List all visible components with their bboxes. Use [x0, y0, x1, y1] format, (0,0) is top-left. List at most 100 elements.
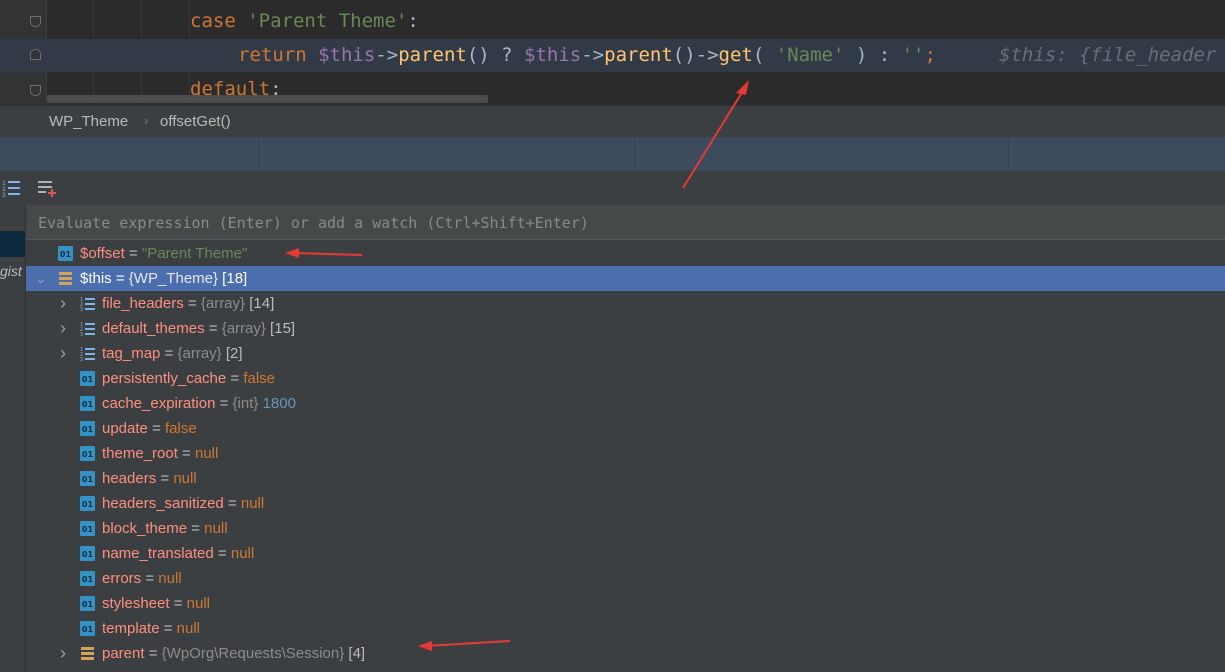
child-count: [15]: [265, 320, 296, 337]
primitive-value-icon: 01: [80, 496, 95, 511]
variable-row-theme-root[interactable]: 01 theme_root = null: [26, 441, 1225, 466]
object-icon: [59, 272, 72, 285]
breadcrumb-method[interactable]: offsetGet(): [160, 113, 231, 130]
primitive-value-icon: 01: [80, 571, 95, 586]
variable-value: null: [195, 445, 219, 462]
variable-row-block-theme[interactable]: 01 block_theme = null: [26, 516, 1225, 541]
variable-row-parent[interactable]: › parent = {WpOrg\Requests\Session} [4]: [26, 641, 1225, 666]
variable-value: null: [204, 520, 228, 537]
var-this: $this: [524, 44, 582, 66]
variable-name: name_translated: [102, 545, 214, 562]
variable-row-offset[interactable]: 01 $offset = "Parent Theme": [26, 241, 1225, 266]
variable-name: persistently_cache: [102, 370, 227, 387]
variable-name: tag_map: [102, 345, 161, 362]
evaluate-expression-input[interactable]: [36, 211, 1220, 235]
chevron-right-icon[interactable]: ›: [56, 341, 70, 366]
variable-row-cache-expiration[interactable]: 01 cache_expiration = {int} 1800: [26, 391, 1225, 416]
variable-name: headers_sanitized: [102, 495, 224, 512]
svg-text:01: 01: [82, 525, 94, 534]
variable-row-persistently-cache[interactable]: 01 persistently_cache = false: [26, 366, 1225, 391]
frames-clipped-text: gist: [0, 263, 22, 279]
array-icon: 123: [80, 347, 95, 361]
code-editor[interactable]: case 'Parent Theme': return $this->paren…: [0, 0, 1225, 105]
fold-marker-icon[interactable]: [30, 16, 41, 27]
variable-value: null: [240, 495, 265, 512]
variable-row-this[interactable]: ⌄ $this = {WP_Theme} [18]: [26, 266, 1225, 291]
variable-value: null: [230, 545, 255, 562]
variable-row-stylesheet[interactable]: 01 stylesheet = null: [26, 591, 1225, 616]
svg-text:01: 01: [82, 375, 94, 384]
variable-name: template: [102, 620, 160, 637]
equals-sign: =: [124, 245, 142, 262]
chevron-right-icon[interactable]: ›: [56, 316, 70, 341]
svg-text:01: 01: [82, 575, 94, 584]
equals-sign: =: [147, 420, 165, 437]
horizontal-scrollbar[interactable]: [47, 95, 488, 103]
arrow-op: ->: [581, 44, 605, 66]
primitive-value-icon: 01: [80, 471, 95, 486]
fold-marker-icon[interactable]: [30, 85, 41, 96]
variable-name: errors: [102, 570, 142, 587]
array-icon: 123: [80, 297, 95, 311]
variable-row-file-headers[interactable]: › 1 2 3 file_headers = {array} [14]: [26, 291, 1225, 316]
svg-text:01: 01: [82, 400, 94, 409]
selected-frame[interactable]: [0, 231, 25, 257]
variable-name: headers: [102, 470, 157, 487]
code-line-case[interactable]: case 'Parent Theme':: [0, 5, 1225, 38]
child-count: [2]: [221, 345, 243, 362]
variable-name: cache_expiration: [102, 395, 216, 412]
chevron-right-icon[interactable]: ›: [56, 291, 70, 316]
primitive-value-icon: 01: [80, 621, 95, 636]
chevron-right-icon[interactable]: ›: [56, 641, 70, 666]
inline-debug-hint: $this: {file_header: [999, 44, 1217, 66]
variable-row-default-themes[interactable]: › 1 2 3 default_themes = {array} [15]: [26, 316, 1225, 341]
variable-value: null: [186, 595, 211, 612]
variable-value: false: [243, 370, 276, 387]
child-count: [14]: [245, 295, 275, 312]
variable-value: null: [173, 470, 197, 487]
variable-row-update[interactable]: 01 update = false: [26, 416, 1225, 441]
equals-sign: =: [223, 495, 241, 512]
svg-text:01: 01: [82, 425, 94, 434]
svg-text:01: 01: [82, 600, 94, 609]
arrow-op: ()->: [672, 44, 719, 66]
variable-row-tag-map[interactable]: › 1 2 3 tag_map = {array} [2]: [26, 341, 1225, 366]
variable-row-template[interactable]: 01 template = null: [26, 616, 1225, 641]
tab-divider: [1008, 137, 1009, 171]
variable-value: null: [176, 620, 201, 637]
primitive-value-icon: 01: [80, 596, 95, 611]
new-watch-icon[interactable]: [36, 178, 58, 198]
equals-sign: =: [156, 470, 174, 487]
variable-row-name-translated[interactable]: 01 name_translated = null: [26, 541, 1225, 566]
fold-marker-icon[interactable]: [30, 49, 41, 60]
variable-row-headers-sanitized[interactable]: 01 headers_sanitized = null: [26, 491, 1225, 516]
variables-list-icon[interactable]: 1 2 3: [2, 178, 24, 198]
variable-name: $this: [80, 270, 112, 287]
svg-text:01: 01: [82, 550, 94, 559]
equals-sign: =: [111, 270, 129, 287]
variable-type: {array}: [221, 320, 266, 337]
array-icon: 123: [80, 322, 95, 336]
debugger-toolbar: 1 2 3: [0, 171, 1225, 205]
svg-text:3: 3: [80, 332, 83, 336]
breadcrumb: WP_Theme › offsetGet(): [0, 105, 1225, 137]
equals-sign: =: [183, 295, 201, 312]
equals-sign: =: [204, 320, 222, 337]
variable-row-headers[interactable]: 01 headers = null: [26, 466, 1225, 491]
variable-name: $offset: [80, 245, 125, 262]
debugger-tab-bar: [0, 137, 1225, 171]
string-empty: '': [901, 44, 925, 66]
variable-type: {WpOrg\Requests\Session}: [161, 645, 345, 662]
svg-text:01: 01: [82, 450, 94, 459]
primitive-value-icon: 01: [80, 446, 95, 461]
variable-row-errors[interactable]: 01 errors = null: [26, 566, 1225, 591]
variable-type: {WP_Theme}: [128, 270, 219, 287]
primitive-value-icon: 01: [80, 546, 95, 561]
code-line-return-current[interactable]: return $this->parent() ? $this->parent()…: [0, 39, 1225, 72]
breadcrumb-class[interactable]: WP_Theme: [49, 113, 128, 130]
variable-value: false: [165, 420, 197, 437]
indent-guide: [189, 0, 190, 105]
frames-panel: gist: [0, 205, 26, 672]
chevron-down-icon[interactable]: ⌄: [34, 266, 48, 291]
